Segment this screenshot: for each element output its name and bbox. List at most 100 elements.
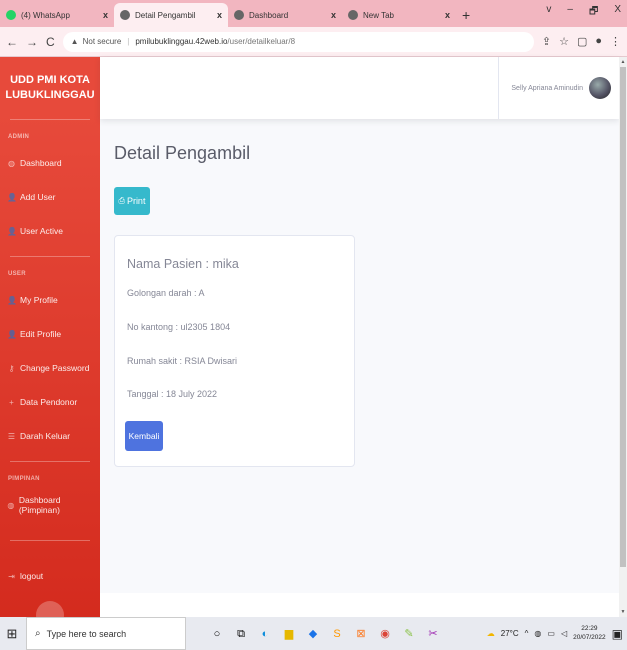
sidebar-item-edit-profile[interactable]: 👤 Edit Profile [0,317,100,351]
scroll-up-icon[interactable]: ▲ [619,57,627,67]
key-icon: ⚷ [8,363,15,373]
warning-icon[interactable]: ▲ [71,37,79,46]
back-arrow-icon[interactable]: ← [6,35,18,49]
globe-icon [234,10,244,20]
tray-chevron-icon[interactable]: ^ [525,629,529,638]
clock-time: 22:29 [581,625,598,633]
snipping-icon[interactable]: ✂ [426,627,440,641]
volume-icon[interactable]: ◁ [561,629,567,638]
new-tab-button[interactable]: + [462,7,470,23]
clock[interactable]: 22:29 20/07/2022 [573,625,606,642]
close-icon[interactable]: x [217,10,222,20]
taskbar-apps: ○ ⧉ ◐ ▆ ◆ S ⊠ ◉ ✎ ✂ [210,627,440,641]
sidebar-item-data-pendonor[interactable]: + Data Pendonor [0,385,100,419]
reload-icon[interactable]: C [46,35,55,49]
sidebar-item-darah-keluar[interactable]: ☰ Darah Keluar [0,419,100,453]
bag-number: No kantong : ul2305 1804 [127,322,231,332]
tab-new-tab[interactable]: New Tab x [342,3,456,27]
user-check-icon: 👤 [7,226,17,236]
sidebar-item-dashboard-pimpinan[interactable]: ◍ Dashboard (Pimpinan) [0,488,100,522]
close-window-icon[interactable]: X [614,4,621,21]
address-bar: ← → C ▲ Not secure | pmilubuklinggau.42w… [0,27,627,57]
sidebar-item-label: My Profile [20,295,58,305]
list-icon: ☰ [7,431,16,441]
weather-icon[interactable]: ☁ [487,629,495,638]
share-icon[interactable]: ⇪ [542,35,551,48]
sidebar: UDD PMI KOTA LUBUKLINGGAU ADMIN ◍ Dashbo… [0,57,100,617]
notification-icon[interactable]: ▣ [612,627,623,641]
print-button-label: Print [126,196,146,206]
page-scrollbar[interactable]: ▲ ▼ [619,57,627,617]
page-title: Detail Pengambil [114,143,251,163]
address-bar-actions: ⇪ ☆ ▢ ● ⋮ [542,35,621,48]
user-name[interactable]: Selly Apriana Aminudin [511,85,583,92]
printer-icon: ⎙ [118,196,125,205]
network-icon[interactable]: ◍ [534,629,541,638]
not-secure-label[interactable]: Not secure [83,37,122,46]
file-explorer-icon[interactable]: ▆ [282,627,296,641]
tachometer-icon: ◍ [8,158,15,168]
tab-title: Dashboard [249,10,289,20]
tab-detail-pengambil[interactable]: Detail Pengambil x [114,3,228,27]
sidebar-item-label: Change Password [20,363,90,373]
minimize-icon[interactable]: – [567,4,573,21]
taskbar-search-box[interactable]: ⌕ Type here to search [26,617,186,650]
user-plus-icon: 👤 [7,192,17,202]
print-button[interactable]: ⎙ Print [114,187,150,215]
user-dropdown[interactable]: Selly Apriana Aminudin [498,57,619,119]
sidebar-item-change-password[interactable]: ⚷ Change Password [0,351,100,385]
tab-dashboard[interactable]: Dashboard x [228,3,342,27]
cortana-icon[interactable]: ○ [210,627,224,641]
tab-layout-icon[interactable]: ▢ [577,35,587,48]
search-placeholder: Type here to search [46,628,127,639]
chrome-icon[interactable]: ◉ [378,627,392,641]
edge-icon[interactable]: ◐ [258,627,272,641]
url-field[interactable]: ▲ Not secure | pmilubuklinggau.42web.io … [62,31,534,52]
avatar[interactable] [589,77,611,99]
store-icon[interactable]: ◆ [306,627,320,641]
bookmark-star-icon[interactable]: ☆ [559,35,569,48]
sidebar-heading-admin: ADMIN [8,134,30,140]
sidebar-item-add-user[interactable]: 👤 Add User [0,180,100,214]
windows-taskbar: ⊞ ⌕ Type here to search ○ ⧉ ◐ ▆ ◆ S ⊠ ◉ … [0,617,627,650]
sidebar-item-dashboard[interactable]: ◍ Dashboard [0,146,100,180]
battery-icon[interactable]: ▭ [547,629,555,638]
extension-icon[interactable]: ● [595,35,602,48]
sidebar-item-label: Dashboard [20,158,62,168]
sidebar-item-my-profile[interactable]: 👤 My Profile [0,283,100,317]
sidebar-toggle-button[interactable] [36,601,64,617]
tab-search-icon[interactable]: v [546,4,551,21]
close-icon[interactable]: x [445,10,450,20]
menu-dots-icon[interactable]: ⋮ [610,35,621,48]
sidebar-item-label: Dashboard (Pimpinan) [18,495,61,515]
user-icon: 👤 [7,295,17,305]
tachometer-icon: ◍ [7,500,15,510]
sidebar-item-label: User Active [20,226,63,236]
user-edit-icon: 👤 [7,329,17,339]
whatsapp-icon [6,10,16,20]
paint-icon[interactable]: ✎ [402,627,416,641]
tab-whatsapp[interactable]: (4) WhatsApp x [0,3,114,27]
restore-icon[interactable]: 🗗 [589,4,598,21]
scrollbar-thumb[interactable] [620,67,626,567]
sidebar-brand[interactable]: UDD PMI KOTA LUBUKLINGGAU [0,57,100,119]
close-icon[interactable]: x [331,10,336,20]
scroll-down-icon[interactable]: ▼ [619,607,627,617]
url-host: pmilubuklinggau.42web.io [135,37,228,46]
detail-card: Nama Pasien : mika Golongan darah : A No… [114,235,355,467]
sidebar-item-label: logout [20,571,44,581]
tab-title: Detail Pengambil [135,10,196,20]
windows-start-icon[interactable]: ⊞ [2,626,22,642]
chrome-icon [348,10,358,20]
back-button[interactable]: Kembali [125,421,163,451]
sidebar-item-user-active[interactable]: 👤 User Active [0,214,100,248]
xampp-icon[interactable]: ⊠ [354,627,368,641]
task-view-icon[interactable]: ⧉ [234,627,248,641]
temperature[interactable]: 27°C [501,629,519,638]
close-icon[interactable]: x [103,10,108,20]
hospital: Rumah sakit : RSIA Dwisari [127,356,238,366]
forward-arrow-icon[interactable]: → [26,35,38,49]
sublime-icon[interactable]: S [330,627,344,641]
clock-date: 20/07/2022 [573,633,606,641]
sidebar-item-logout[interactable]: ⇥ logout [0,559,100,593]
